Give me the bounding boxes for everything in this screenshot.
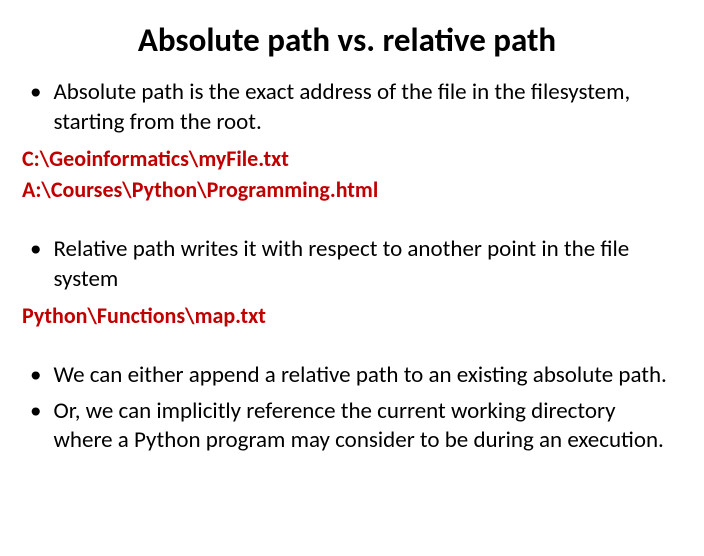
bullet-item-1: • Absolute path is the exact address of …: [20, 78, 674, 138]
absolute-path-example-1: C:\Geoinformatics\myFile.txt: [20, 144, 674, 174]
bullet-text-3: We can either append a relative path to …: [53, 361, 674, 391]
relative-path-example-1: Python\Functions\map.txt: [20, 301, 674, 331]
spacer: [20, 333, 674, 361]
spacer: [20, 207, 674, 235]
bullet-dot-icon: •: [30, 397, 41, 457]
bullet-item-2: • Relative path writes it with respect t…: [20, 235, 674, 295]
bullet-text-4: Or, we can implicitly reference the curr…: [53, 397, 674, 457]
bullet-dot-icon: •: [30, 235, 41, 295]
bullet-item-3: • We can either append a relative path t…: [20, 361, 674, 391]
bullet-item-4: • Or, we can implicitly reference the cu…: [20, 397, 674, 457]
absolute-path-example-2: A:\Courses\Python\Programming.html: [20, 175, 674, 205]
bullet-dot-icon: •: [30, 361, 41, 391]
bullet-dot-icon: •: [30, 78, 41, 138]
slide-title: Absolute path vs. relative path: [20, 20, 674, 60]
bullet-text-2: Relative path writes it with respect to …: [53, 235, 674, 295]
bullet-text-1: Absolute path is the exact address of th…: [53, 78, 674, 138]
